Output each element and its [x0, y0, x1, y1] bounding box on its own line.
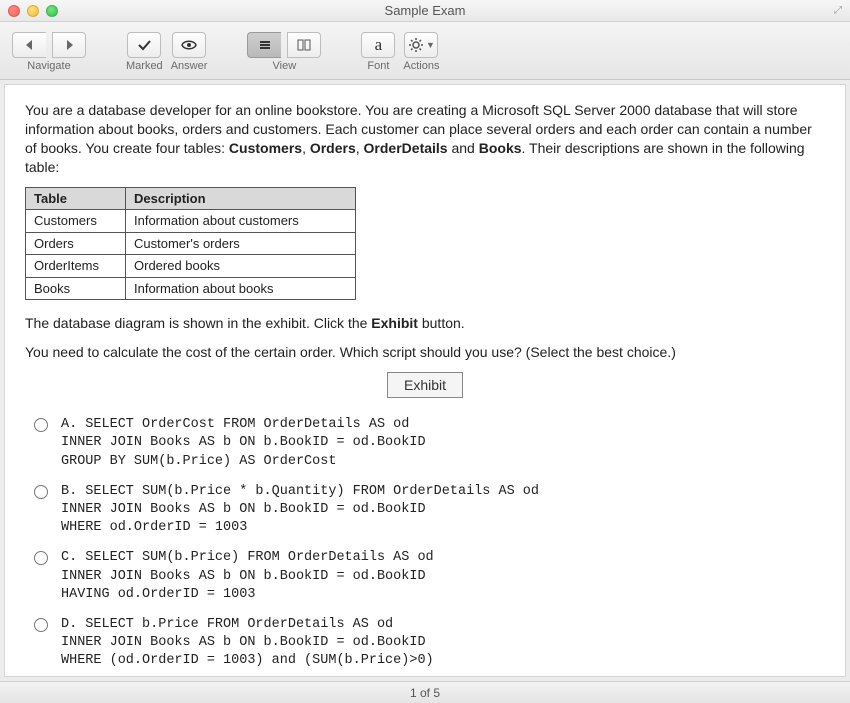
- marked-button[interactable]: [127, 32, 161, 58]
- radio-d[interactable]: [34, 618, 48, 632]
- eye-icon: [181, 37, 197, 53]
- radio-a[interactable]: [34, 418, 48, 432]
- radio-b[interactable]: [34, 485, 48, 499]
- question-need: You need to calculate the cost of the ce…: [25, 343, 825, 362]
- answer-options: A. SELECT OrderCost FROM OrderDetails AS…: [25, 416, 825, 671]
- gear-icon: [408, 37, 424, 53]
- triangle-left-icon: [22, 37, 38, 53]
- option-c-text: C. SELECT SUM(b.Price) FROM OrderDetails…: [61, 549, 434, 604]
- actions-button[interactable]: ▼: [404, 32, 438, 58]
- option-d-text: D. SELECT b.Price FROM OrderDetails AS o…: [61, 616, 434, 671]
- option-a-text: A. SELECT OrderCost FROM OrderDetails AS…: [61, 416, 426, 471]
- toolbar-font: a Font: [361, 32, 395, 72]
- question-stem: You are a database developer for an onli…: [25, 101, 825, 671]
- toolbar-actions-label: Actions: [403, 60, 439, 72]
- titlebar: Sample Exam ⤢: [0, 0, 850, 22]
- tables-description: Table Description CustomersInformation a…: [25, 187, 356, 301]
- toolbar-font-label: Font: [367, 60, 389, 72]
- option-b-text: B. SELECT SUM(b.Price * b.Quantity) FROM…: [61, 483, 539, 538]
- toolbar-marked-label: Marked: [126, 60, 163, 72]
- toolbar-navigate: Navigate: [12, 32, 86, 72]
- chevron-down-icon: ▼: [426, 40, 435, 50]
- table-row: CustomersInformation about customers: [26, 210, 356, 233]
- exhibit-button[interactable]: Exhibit: [387, 372, 463, 398]
- triangle-right-icon: [61, 37, 77, 53]
- option-c: C. SELECT SUM(b.Price) FROM OrderDetails…: [29, 549, 825, 604]
- table-row: BooksInformation about books: [26, 277, 356, 300]
- content-area: You are a database developer for an onli…: [4, 84, 846, 677]
- toolbar-view: View: [247, 32, 321, 72]
- answer-button[interactable]: [172, 32, 206, 58]
- view-split-button[interactable]: [287, 32, 321, 58]
- columns-icon: [296, 37, 312, 53]
- toolbar-actions: ▼ Actions: [403, 32, 439, 72]
- page-indicator: 1 of 5: [410, 686, 440, 700]
- font-button[interactable]: a: [361, 32, 395, 58]
- toolbar-navigate-label: Navigate: [27, 60, 70, 72]
- nav-back-button[interactable]: [12, 32, 46, 58]
- toolbar-view-label: View: [273, 60, 297, 72]
- radio-c[interactable]: [34, 551, 48, 565]
- view-single-button[interactable]: [247, 32, 281, 58]
- table-row: OrderItemsOrdered books: [26, 255, 356, 278]
- check-icon: [136, 37, 152, 53]
- statusbar: 1 of 5: [0, 681, 850, 703]
- option-a: A. SELECT OrderCost FROM OrderDetails AS…: [29, 416, 825, 471]
- option-b: B. SELECT SUM(b.Price * b.Quantity) FROM…: [29, 483, 825, 538]
- toolbar: Navigate Marked Answer View a: [0, 22, 850, 80]
- option-d: D. SELECT b.Price FROM OrderDetails AS o…: [29, 616, 825, 671]
- th-description: Description: [126, 187, 356, 210]
- toolbar-answer: Answer: [171, 32, 208, 72]
- nav-forward-button[interactable]: [52, 32, 86, 58]
- toolbar-answer-label: Answer: [171, 60, 208, 72]
- list-icon: [257, 37, 273, 53]
- window-title: Sample Exam: [0, 3, 850, 18]
- th-table: Table: [26, 187, 126, 210]
- table-row: OrdersCustomer's orders: [26, 232, 356, 255]
- toolbar-marked: Marked: [126, 32, 163, 72]
